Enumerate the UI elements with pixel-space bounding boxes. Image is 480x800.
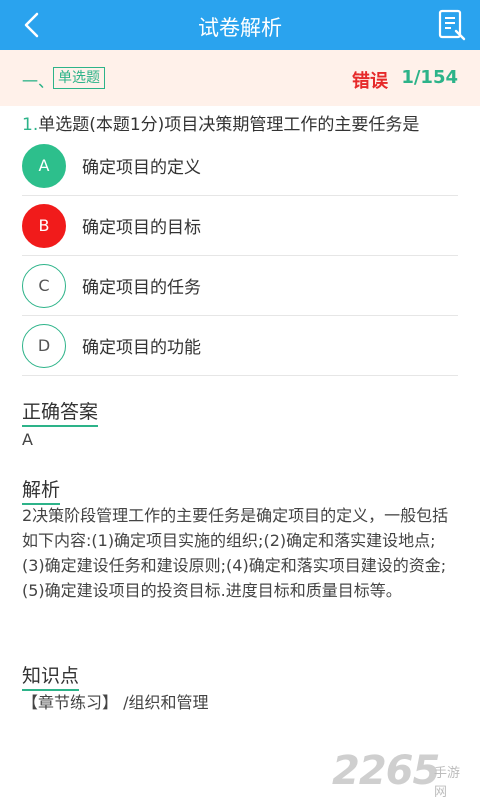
section-number: 一、 [22,72,55,91]
knowledge-heading: 知识点 [22,665,80,691]
option-d-text: 确定项目的功能 [82,338,201,358]
answer-sheet-button[interactable] [434,6,470,44]
watermark-text: 手游网 [434,766,461,800]
correct-answer-heading: 正确答案 [22,401,99,427]
correct-answer-value: A [22,430,33,449]
answer-sheet-icon [438,9,466,41]
watermark-number: 2265 [332,748,440,794]
site-watermark: 2265 手游网 [332,748,472,800]
options-list: A 确定项目的定义 B 确定项目的目标 C 确定项目的任务 D 确定项目的功能 [22,136,458,376]
option-c[interactable]: C 确定项目的任务 [22,256,458,316]
page-title: 试卷解析 [198,16,282,40]
option-b-marker: B [22,203,66,248]
option-c-text: 确定项目的任务 [82,278,201,298]
option-d[interactable]: D 确定项目的功能 [22,316,458,376]
option-c-marker: C [22,263,66,308]
knowledge-text: 【章节练习】 /组织和管理 [22,693,209,712]
option-a-marker: A [22,143,66,188]
option-a-text: 确定项目的定义 [82,158,201,178]
question-stem: 单选题(本题1分)项目决策期管理工作的主要任务是 [38,115,420,135]
analysis-heading: 解析 [22,479,61,505]
question-progress: 1/154 [401,67,458,88]
option-b[interactable]: B 确定项目的目标 [22,196,458,256]
question-type-tag: 单选题 [53,67,105,89]
analysis-text: 2决策阶段管理工作的主要任务是确定项目的定义，一般包括如下内容:(1)确定项目实… [22,506,449,600]
option-b-text: 确定项目的目标 [82,218,201,238]
question-info-bar: 一、 单选题 错误 1/154 [0,50,480,106]
option-d-marker: D [22,323,66,368]
top-bar: 试卷解析 [0,0,480,50]
question-text: 1.单选题(本题1分)项目决策期管理工作的主要任务是 [22,110,462,135]
option-a[interactable]: A 确定项目的定义 [22,136,458,196]
result-status: 错误 [352,71,388,92]
question-number: 1. [22,115,39,135]
